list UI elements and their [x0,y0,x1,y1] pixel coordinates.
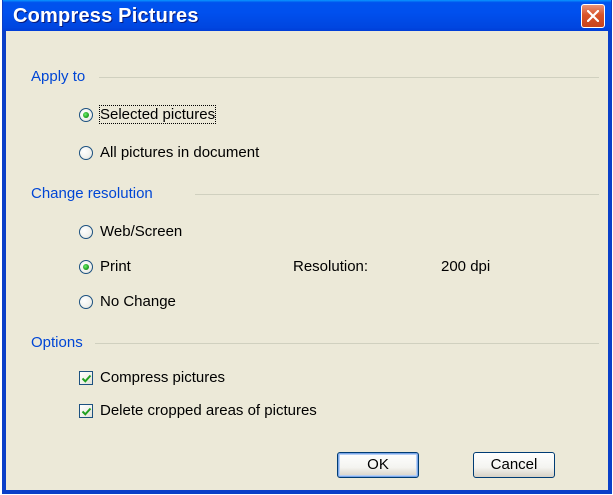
radio-button-unselected[interactable] [79,146,93,160]
resolution-label: Resolution: [293,258,369,275]
radio-button-unselected[interactable] [79,295,93,309]
radio-dot [83,112,89,118]
ok-button[interactable]: OK [337,452,419,478]
cancel-button[interactable]: Cancel [473,452,555,478]
print-label: Print [100,258,131,275]
close-icon [587,10,599,22]
options-divider [95,343,599,344]
radio-button-selected[interactable] [79,108,93,122]
compress-pictures-label: Compress pictures [100,369,226,386]
window-frame-bottom [3,490,611,493]
compress-pictures-dialog: Compress Pictures Apply to Selected pict… [2,0,612,494]
no-change-label: No Change [100,293,176,310]
options-heading: Options [31,334,83,351]
close-button[interactable] [581,4,605,28]
apply-to-heading: Apply to [31,68,86,85]
apply-to-divider [99,77,599,78]
selected-pictures-label: Selected pictures [98,105,217,124]
window-frame-right [608,31,611,493]
delete-cropped-label: Delete cropped areas of pictures [100,402,317,419]
checkmark-icon [81,407,92,416]
radio-dot [83,264,89,270]
radio-button-selected[interactable] [79,260,93,274]
change-resolution-divider [195,194,599,195]
title-bar[interactable]: Compress Pictures [3,0,611,31]
checkmark-icon [81,374,92,383]
all-pictures-label: All pictures in document [100,144,260,161]
change-resolution-heading: Change resolution [31,185,153,202]
dialog-title: Compress Pictures [13,5,199,27]
web-screen-label: Web/Screen [100,223,183,240]
resolution-value: 200 dpi [441,258,491,275]
window-frame-left [3,31,6,493]
checkbox-checked[interactable] [79,371,93,385]
checkbox-checked[interactable] [79,404,93,418]
radio-button-unselected[interactable] [79,225,93,239]
